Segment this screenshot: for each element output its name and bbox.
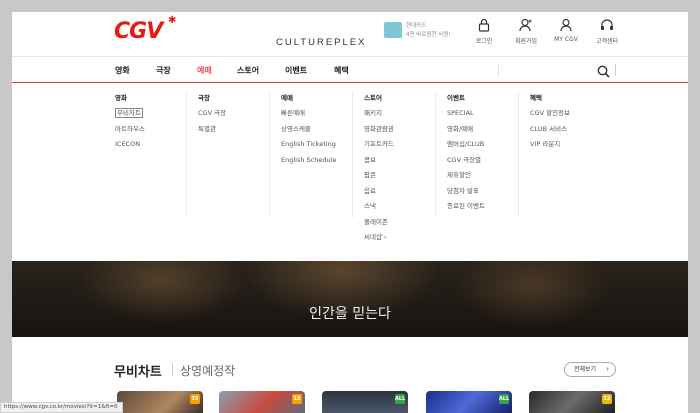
hero-background-image [12, 261, 688, 337]
menu-item[interactable]: 스낵 [364, 201, 446, 217]
nav-item-theater[interactable]: 극장 [156, 65, 171, 76]
mega-menu: 영화 무비차트 아트하우스 ICECON 극장 CGV 극장 특별관 예매 빠른… [12, 83, 688, 261]
menu-column-benefit: 혜택 CGV 할인정보 CLUB 서비스 VIP 라운지 [530, 92, 612, 155]
menu-item[interactable]: 콤보 [364, 155, 446, 171]
promo-banner[interactable]: 현대카드 4천 바로원천 사원! [384, 20, 454, 44]
add-user-icon [519, 18, 532, 32]
search-button[interactable] [597, 63, 610, 82]
hero-caption: 인간을 믿는다 [309, 306, 391, 322]
logo-star-icon: ✱ [168, 15, 177, 26]
age-rating-badge: 12 [602, 394, 612, 404]
menu-column-ticketing: 예매 빠른예매 상영스케줄 English Ticketing English … [281, 92, 363, 170]
menu-item[interactable]: CGV 극장별 [447, 155, 529, 171]
menu-item[interactable]: 패키지 [364, 108, 446, 124]
my-cgv-button[interactable]: MY CGV [546, 18, 586, 43]
menu-item[interactable]: 제휴할인 [447, 170, 529, 186]
main-nav: 영화 극장 예매 스토어 이벤트 혜택 [12, 56, 688, 83]
menu-item[interactable]: 음료 [364, 186, 446, 202]
menu-item[interactable]: English Schedule [281, 155, 363, 171]
nav-item-store[interactable]: 스토어 [237, 65, 259, 76]
promo-line-1: 현대카드 [406, 23, 427, 29]
column-divider [269, 91, 270, 218]
login-button[interactable]: 로그인 [464, 18, 504, 45]
signup-button[interactable]: 회원가입 [506, 18, 546, 45]
menu-item[interactable]: English Ticketing [281, 139, 363, 155]
my-cgv-label: MY CGV [554, 36, 578, 43]
nav-item-benefit[interactable]: 혜택 [334, 65, 349, 76]
column-divider [352, 91, 353, 218]
menu-item[interactable]: ICECON [115, 139, 197, 155]
column-title: 예매 [281, 94, 293, 102]
tab-upcoming[interactable]: 상영예정작 [180, 362, 235, 379]
column-title: 혜택 [530, 94, 542, 102]
menu-column-store: 스토어 패키지 영화관람권 기프트카드 콤보 팝콘 음료 스낵 플레이존 씨네샵… [364, 92, 446, 248]
logo-subtitle: CULTUREPLEX [276, 37, 367, 48]
movie-poster[interactable]: ALL [426, 391, 512, 413]
header: CGV ✱ CULTUREPLEX 현대카드 4천 바로원천 사원! 로그인 회… [12, 12, 688, 56]
column-title: 극장 [198, 94, 210, 102]
tab-divider [172, 363, 173, 376]
nav-divider [498, 64, 499, 76]
movie-poster[interactable]: 15 [117, 391, 203, 413]
user-icon [560, 18, 572, 32]
menu-item[interactable]: 기프트카드 [364, 139, 446, 155]
column-divider [518, 91, 519, 218]
age-rating-badge: ALL [395, 394, 406, 404]
menu-column-movie: 영화 무비차트 아트하우스 ICECON [115, 92, 197, 155]
menu-item[interactable]: 종료된 이벤트 [447, 201, 529, 217]
column-divider [186, 91, 187, 218]
signup-label: 회원가입 [514, 38, 538, 45]
menu-item[interactable]: CGV 극장 [198, 108, 280, 124]
headset-icon [601, 19, 613, 30]
logo-text: CGV [114, 19, 163, 44]
menu-item[interactable]: 씨네샵 › [364, 232, 446, 248]
menu-item[interactable]: VIP 라운지 [530, 139, 612, 155]
column-title: 스토어 [364, 94, 382, 102]
lock-icon [478, 18, 490, 32]
column-title: 영화 [115, 94, 127, 102]
chevron-right-icon: › [606, 365, 609, 373]
login-label: 로그인 [475, 38, 493, 45]
menu-item[interactable]: 팝콘 [364, 170, 446, 186]
tab-movie-chart[interactable]: 무비차트 [114, 361, 162, 380]
browser-status-bar: https://www.cgv.co.kr/movies/?lt=1&ft=0 [0, 402, 123, 413]
menu-column-event: 이벤트 SPECIAL 영화/예매 멤버십/CLUB CGV 극장별 제휴할인 … [447, 92, 529, 217]
movie-poster[interactable]: 12 [529, 391, 615, 413]
menu-item[interactable]: 영화관람권 [364, 124, 446, 140]
movie-poster[interactable]: ALL [322, 391, 408, 413]
menu-column-theater: 극장 CGV 극장 특별관 [198, 92, 280, 139]
menu-item[interactable]: 상영스케줄 [281, 124, 363, 140]
page: CGV ✱ CULTUREPLEX 현대카드 4천 바로원천 사원! 로그인 회… [12, 12, 688, 413]
cgv-logo[interactable]: CGV ✱ CULTUREPLEX [114, 15, 364, 48]
nav-divider-2 [615, 64, 616, 76]
menu-item[interactable]: 영화/예매 [447, 124, 529, 140]
menu-item[interactable]: SPECIAL [447, 108, 529, 124]
movie-poster[interactable]: 15 [219, 391, 305, 413]
customer-center-button[interactable]: 고객센터 [587, 18, 627, 45]
column-divider [435, 91, 436, 218]
age-rating-badge: 15 [292, 394, 302, 404]
age-rating-badge: 15 [190, 394, 200, 404]
nav-item-event[interactable]: 이벤트 [285, 65, 307, 76]
menu-item[interactable]: 특별관 [198, 124, 280, 140]
menu-item[interactable]: CLUB 서비스 [530, 124, 612, 140]
age-rating-badge: ALL [499, 394, 510, 404]
column-title: 이벤트 [447, 94, 465, 102]
menu-item[interactable]: 무비차트 [115, 108, 197, 124]
hero-banner[interactable]: 인간을 믿는다 [12, 261, 688, 337]
see-all-button[interactable]: 전체보기 › [564, 362, 616, 377]
promo-card-icon [384, 22, 402, 38]
menu-item[interactable]: 멤버십/CLUB [447, 139, 529, 155]
see-all-label: 전체보기 [574, 366, 597, 373]
menu-item[interactable]: 플레이존 [364, 217, 446, 233]
menu-item[interactable]: 아트하우스 [115, 124, 197, 140]
menu-item[interactable]: CGV 할인정보 [530, 108, 612, 124]
menu-item[interactable]: 당첨자 발표 [447, 186, 529, 202]
customer-center-label: 고객센터 [595, 38, 619, 45]
menu-item[interactable]: 빠른예매 [281, 108, 363, 124]
nav-item-movie[interactable]: 영화 [115, 65, 130, 76]
nav-item-ticketing[interactable]: 예매 [197, 65, 212, 76]
search-icon [597, 65, 610, 78]
promo-line-2: 4천 바로원천 사원! [406, 32, 451, 38]
